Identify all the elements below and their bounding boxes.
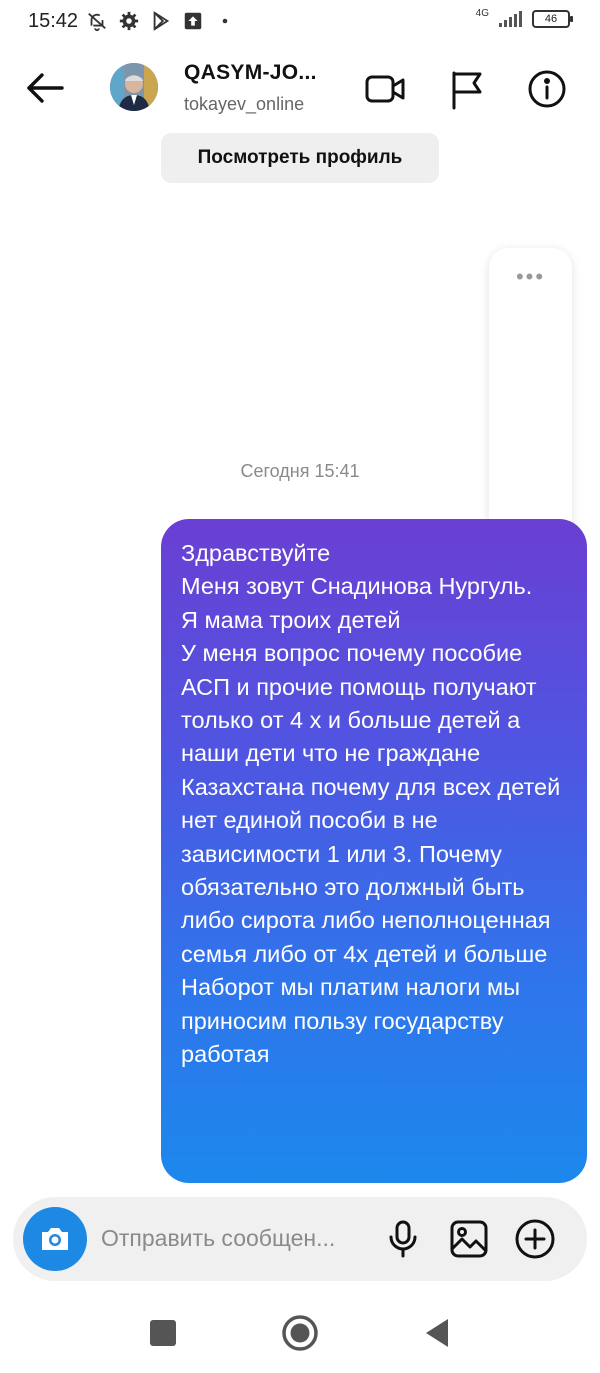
back-arrow-icon[interactable] — [22, 66, 66, 110]
message-input[interactable]: Отправить сообщен... — [101, 1225, 335, 1252]
status-time: 15:42 — [28, 10, 79, 32]
info-icon[interactable] — [524, 66, 570, 112]
network-type: 4G — [475, 7, 489, 19]
avatar[interactable] — [110, 63, 158, 111]
message-timestamp: Сегодня 15:41 — [240, 461, 360, 481]
view-profile-button[interactable]: Посмотреть профиль — [161, 133, 439, 183]
battery-icon: 46 — [532, 10, 573, 28]
status-icons — [86, 10, 236, 32]
battery-level: 46 — [544, 13, 558, 25]
video-call-icon[interactable] — [362, 66, 408, 112]
gallery-icon[interactable] — [447, 1217, 491, 1261]
muted-bell-icon — [88, 12, 106, 32]
more-dots-icon[interactable]: ••• — [489, 264, 572, 290]
camera-icon — [42, 1228, 68, 1250]
message-composer: Отправить сообщен... — [13, 1197, 587, 1281]
dot-icon — [222, 18, 228, 24]
plus-icon[interactable] — [513, 1217, 557, 1261]
play-store-icon — [153, 11, 170, 31]
recents-icon[interactable] — [143, 1313, 183, 1353]
avatar-image — [110, 63, 158, 111]
system-nav-bar — [0, 1295, 600, 1373]
microphone-icon[interactable] — [381, 1217, 425, 1261]
chat-header: QASYM-JO... tokayev_online — [0, 50, 600, 130]
status-right: 4G 46 — [475, 7, 573, 28]
upload-icon — [184, 12, 202, 30]
contact-handle[interactable]: tokayev_online — [184, 94, 304, 115]
back-icon[interactable] — [418, 1313, 458, 1353]
flag-icon[interactable] — [444, 66, 490, 112]
status-bar: 15:42 4G 46 — [0, 0, 600, 44]
signal-icon — [499, 11, 522, 27]
message-bubble[interactable]: Здравствуйте Меня зовут Снадинова Нургул… — [161, 519, 587, 1183]
camera-button[interactable] — [23, 1207, 87, 1271]
home-icon[interactable] — [280, 1313, 320, 1353]
contact-name[interactable]: QASYM-JO... — [184, 61, 317, 85]
message-text: Здравствуйте Меня зовут Снадинова Нургул… — [181, 540, 561, 1068]
gear-icon — [119, 11, 139, 31]
